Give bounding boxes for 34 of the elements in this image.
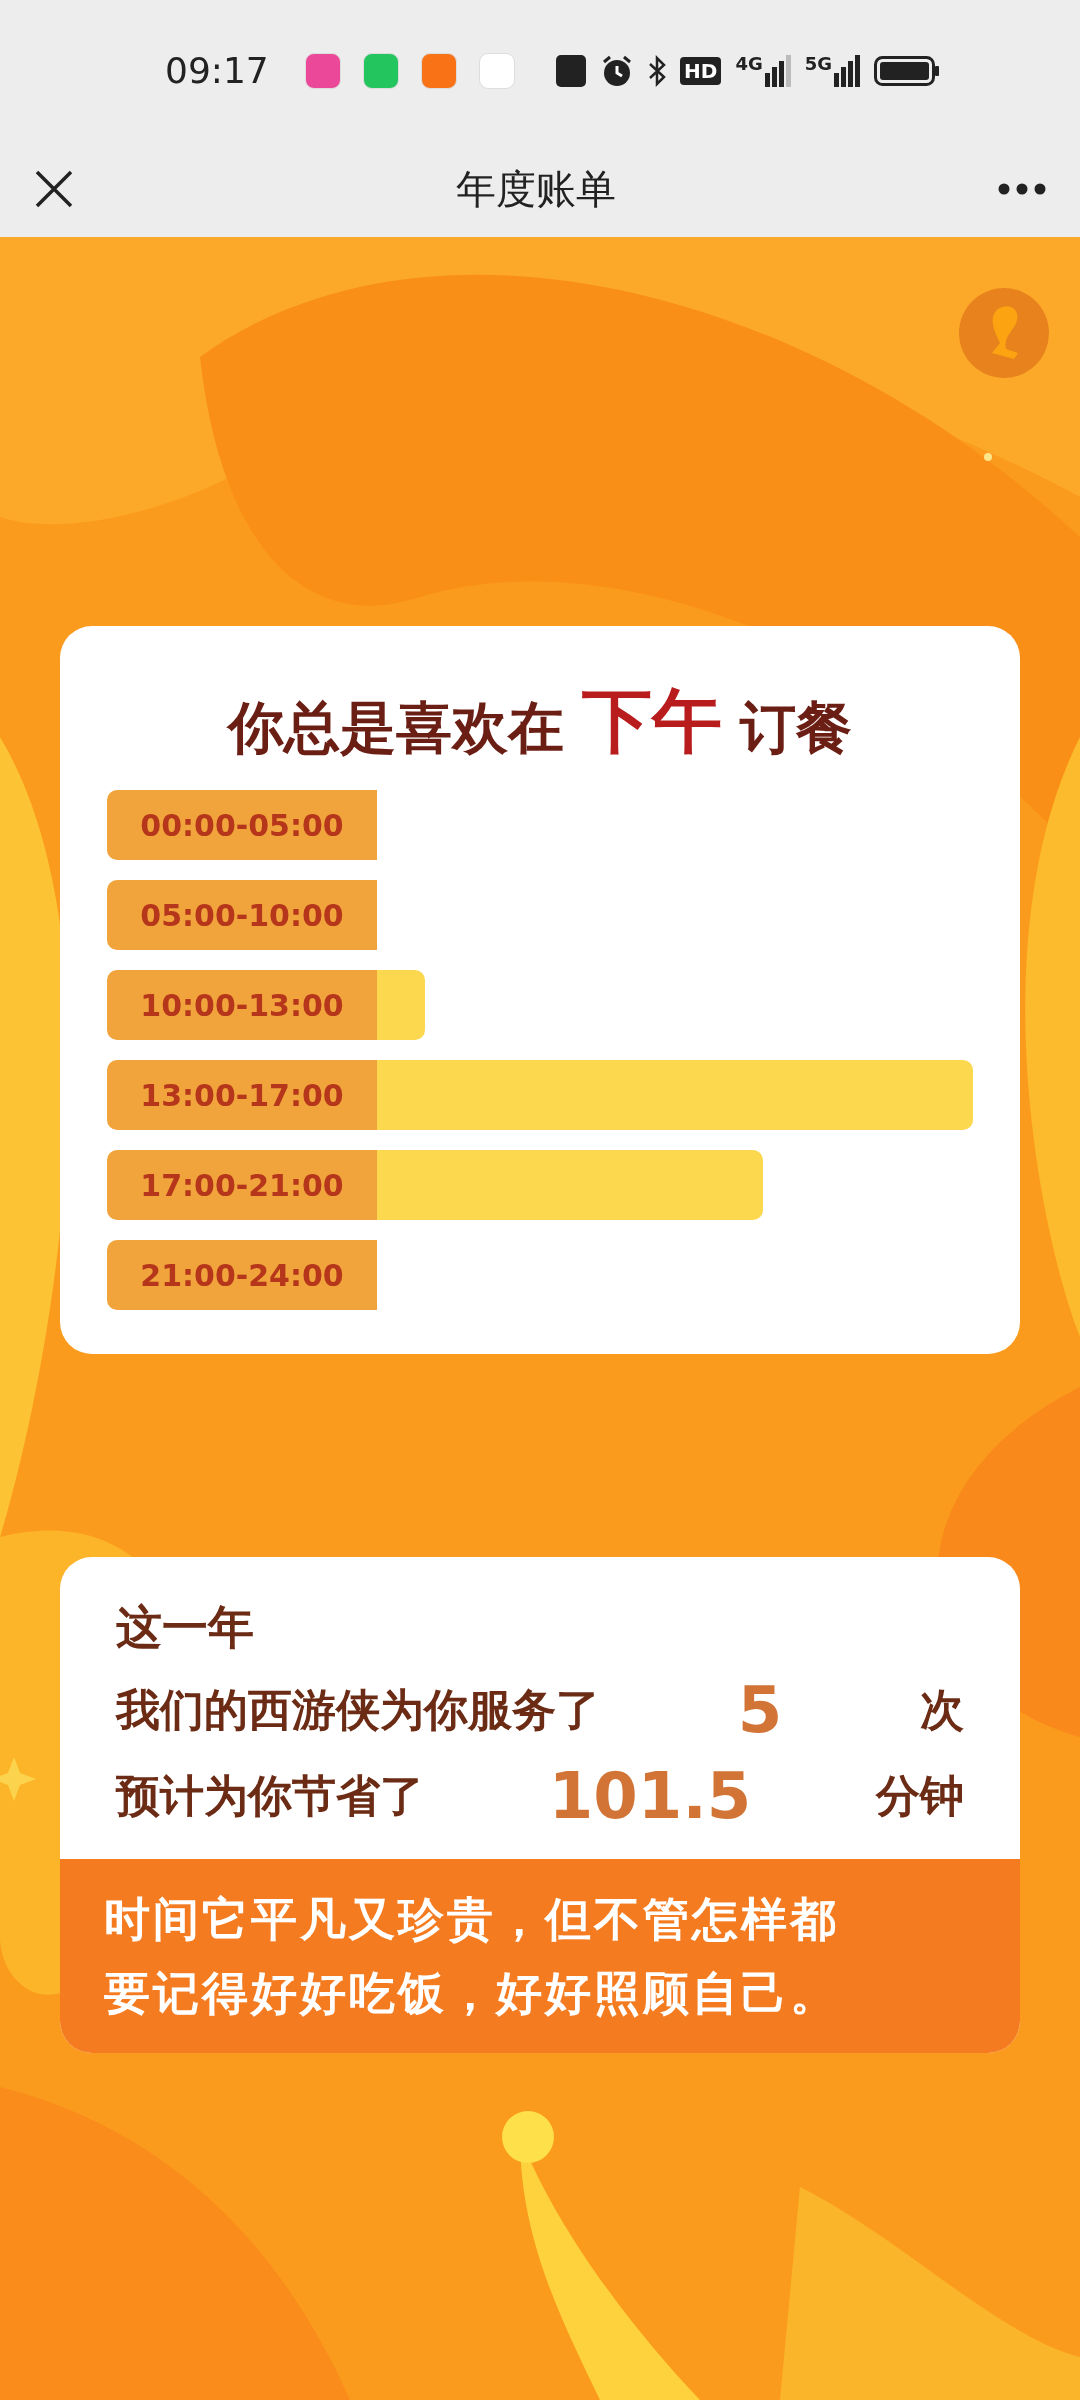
time-range-label: 05:00-10:00: [107, 880, 377, 950]
signal-icon: [834, 55, 860, 87]
message-text: 时间它平凡又珍贵，但不管怎样都: [104, 1891, 840, 1947]
app-icon: [420, 53, 457, 89]
summary-unit: 分钟: [876, 1769, 964, 1823]
summary-value: 101.5: [547, 1758, 753, 1835]
message-text: 要记得好好吃饭，好好照顾自己。: [104, 1965, 840, 2021]
time-range-label: 00:00-05:00: [107, 790, 377, 860]
close-icon[interactable]: [34, 168, 74, 209]
time-bar: [377, 970, 425, 1040]
app-icon: [304, 53, 341, 89]
battery-icon: [874, 56, 940, 86]
card-title: 你总是喜欢在: [228, 700, 564, 756]
signal-icon: [764, 55, 791, 87]
bluetooth-icon: [648, 55, 667, 87]
hd-badge: HD: [680, 57, 722, 85]
page-title: 年度账单: [456, 164, 616, 214]
summary-unit: 次: [920, 1683, 964, 1737]
time-range-label: 21:00-24:00: [107, 1240, 377, 1310]
network-label: 5G: [804, 55, 832, 73]
time-range-label: 13:00-17:00: [107, 1060, 377, 1130]
network-label: 4G: [735, 55, 763, 73]
status-time: 09:17: [165, 49, 269, 93]
summary-heading: 这一年: [116, 1599, 255, 1656]
card-title-highlight: 下午: [582, 686, 722, 756]
summary-text: 我们的西游侠为你服务了: [116, 1683, 600, 1737]
card-title: 订餐: [740, 700, 852, 756]
summary-value: 5: [736, 1672, 784, 1749]
app-icon: [478, 53, 515, 89]
time-range-label: 17:00-21:00: [107, 1150, 377, 1220]
more-icon[interactable]: [998, 182, 1046, 195]
time-range-label: 10:00-13:00: [107, 970, 377, 1040]
app-icon: [362, 53, 399, 89]
summary-text: 预计为你节省了: [116, 1769, 424, 1823]
